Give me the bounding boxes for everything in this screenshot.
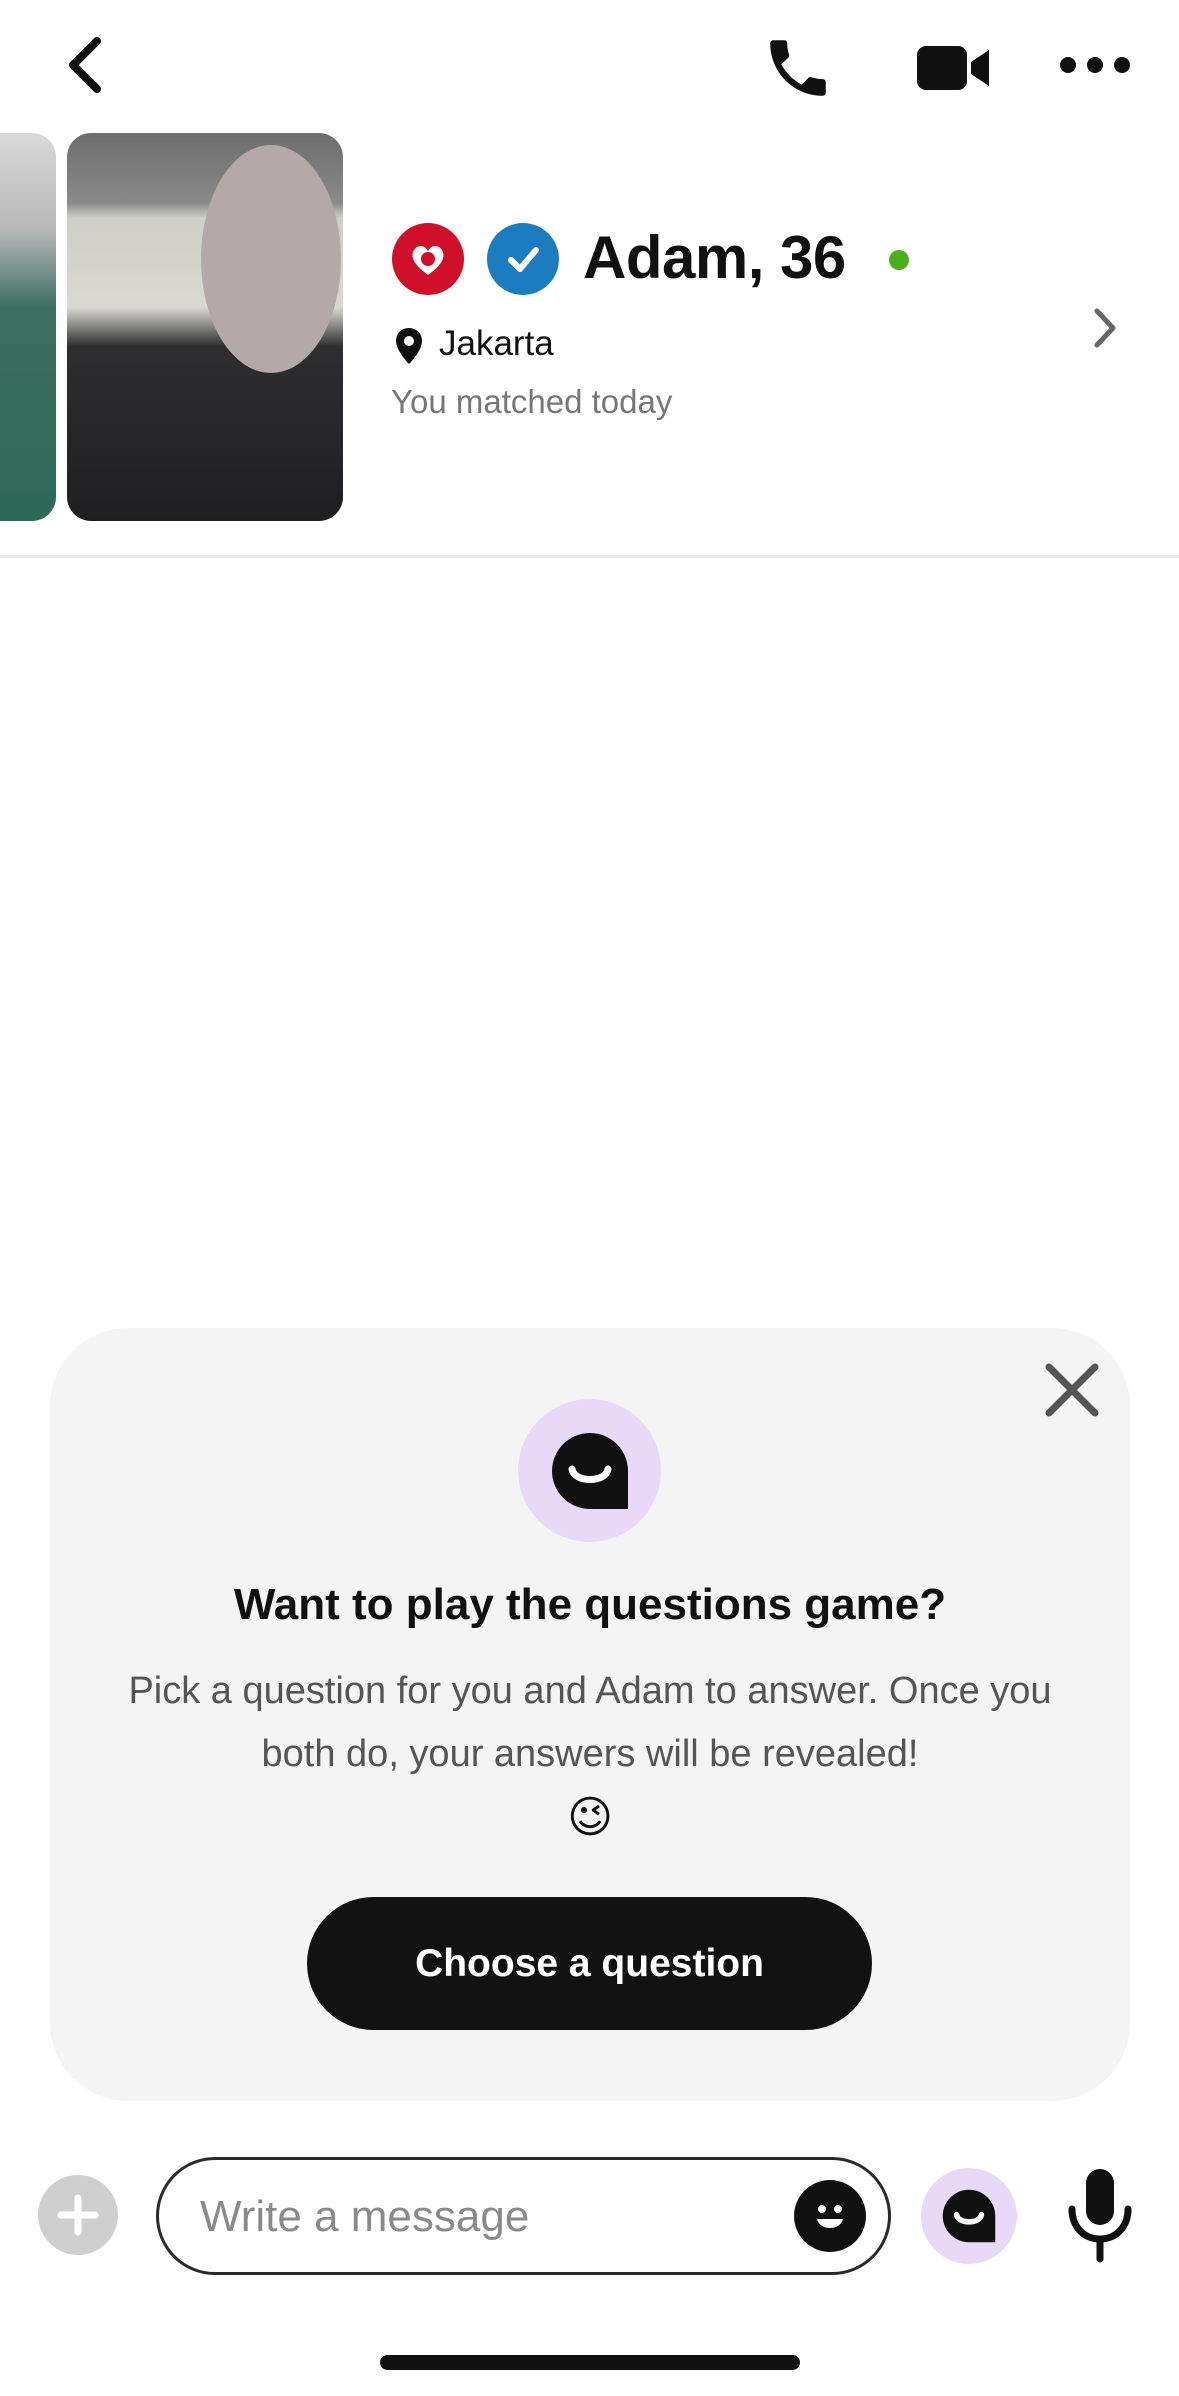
profile-location: Jakarta: [439, 324, 554, 363]
chevron-right-icon[interactable]: [1085, 303, 1125, 353]
questions-game-icon: [942, 2189, 996, 2243]
choose-question-button[interactable]: Choose a question: [307, 1897, 872, 2030]
questions-game-button[interactable]: [921, 2168, 1017, 2264]
home-indicator: [380, 2355, 800, 2370]
match-badge-icon: [392, 223, 464, 295]
location-pin-icon: [396, 328, 422, 364]
smiley-icon: [817, 2205, 843, 2228]
add-attachment-button[interactable]: [38, 2175, 118, 2255]
phone-icon: [769, 39, 826, 96]
top-bar: [0, 0, 1179, 130]
close-card-button[interactable]: [1037, 1355, 1107, 1425]
profile-header[interactable]: Adam, 36 Jakarta You matched today: [0, 130, 1179, 558]
verified-badge-icon: [487, 223, 559, 295]
plus-icon: [57, 2194, 99, 2236]
more-options-button[interactable]: [1055, 35, 1135, 95]
online-status-dot: [889, 250, 909, 270]
matched-date: You matched today: [391, 383, 673, 420]
video-call-button[interactable]: [905, 25, 1000, 110]
questions-game-title: Want to play the questions game?: [233, 1580, 947, 1629]
emoji-button[interactable]: [794, 2180, 866, 2252]
more-horizontal-icon: [1060, 57, 1130, 73]
voice-call-button[interactable]: [755, 25, 840, 110]
profile-photo-previous[interactable]: [0, 133, 56, 521]
profile-photo[interactable]: [67, 133, 343, 521]
back-button[interactable]: [50, 30, 120, 100]
blurred-face: [201, 145, 341, 373]
close-icon: [1045, 1363, 1099, 1417]
microphone-icon: [1068, 2169, 1132, 2263]
video-camera-icon: [916, 45, 989, 90]
questions-game-icon: [518, 1399, 661, 1542]
chevron-left-icon: [69, 37, 101, 93]
profile-name: Adam, 36: [583, 224, 846, 291]
winking-emoji: 😉: [567, 1793, 613, 1842]
voice-message-button[interactable]: [1060, 2165, 1140, 2265]
message-input-placeholder: Write a message: [200, 2192, 530, 2241]
questions-game-description: Pick a question for you and Adam to answ…: [128, 1670, 1052, 1775]
